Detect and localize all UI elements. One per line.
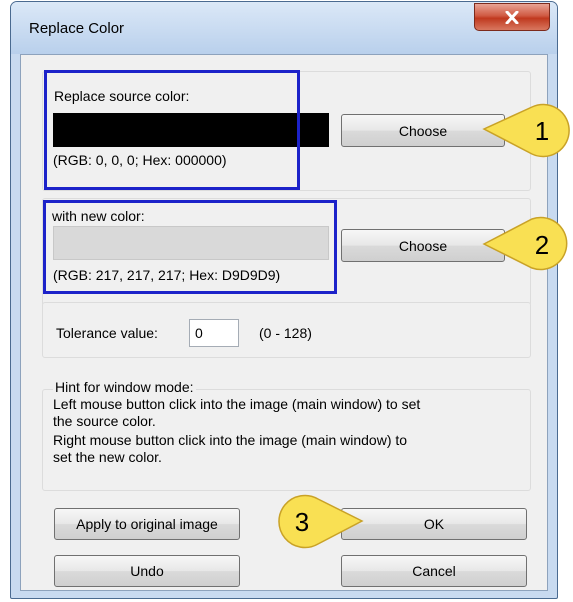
ok-label: OK — [423, 516, 445, 532]
hint-text: Left mouse button click into the image (… — [53, 396, 420, 466]
tolerance-label: Tolerance value: — [56, 325, 158, 341]
choose-target-label: Choose — [398, 237, 448, 254]
callout-2-number: 2 — [535, 230, 549, 260]
window-title: Replace Color — [29, 20, 125, 37]
apply-label: Apply to original image — [76, 516, 218, 532]
source-highlight-box — [44, 70, 300, 190]
tolerance-range: (0 - 128) — [259, 325, 312, 341]
callout-3: 3 — [266, 491, 366, 553]
close-icon — [505, 10, 519, 24]
apply-to-original-button[interactable]: Apply to original image — [54, 508, 240, 540]
hint-line-4: set the new color. — [53, 449, 162, 465]
hint-line-1: Left mouse button click into the image (… — [53, 396, 421, 412]
hint-line-3: Right mouse button click into the image … — [53, 432, 408, 448]
callout-2: 2 — [480, 212, 572, 274]
callout-1-number: 1 — [535, 116, 549, 146]
title-bar[interactable]: Replace Color — [11, 2, 557, 54]
undo-button[interactable]: Undo — [54, 555, 240, 587]
cancel-button[interactable]: Cancel — [341, 555, 527, 587]
ok-button[interactable]: OK — [341, 508, 527, 540]
tolerance-input[interactable] — [189, 319, 239, 347]
hint-line-2: the source color. — [53, 413, 156, 429]
choose-source-label: Choose — [398, 122, 448, 139]
close-button[interactable] — [474, 3, 550, 31]
callout-1: 1 — [480, 100, 572, 162]
callout-3-number: 3 — [295, 507, 309, 537]
hint-title: Hint for window mode: — [53, 379, 196, 395]
undo-label: Undo — [130, 563, 164, 579]
cancel-label: Cancel — [412, 563, 456, 579]
target-highlight-box — [43, 200, 337, 294]
